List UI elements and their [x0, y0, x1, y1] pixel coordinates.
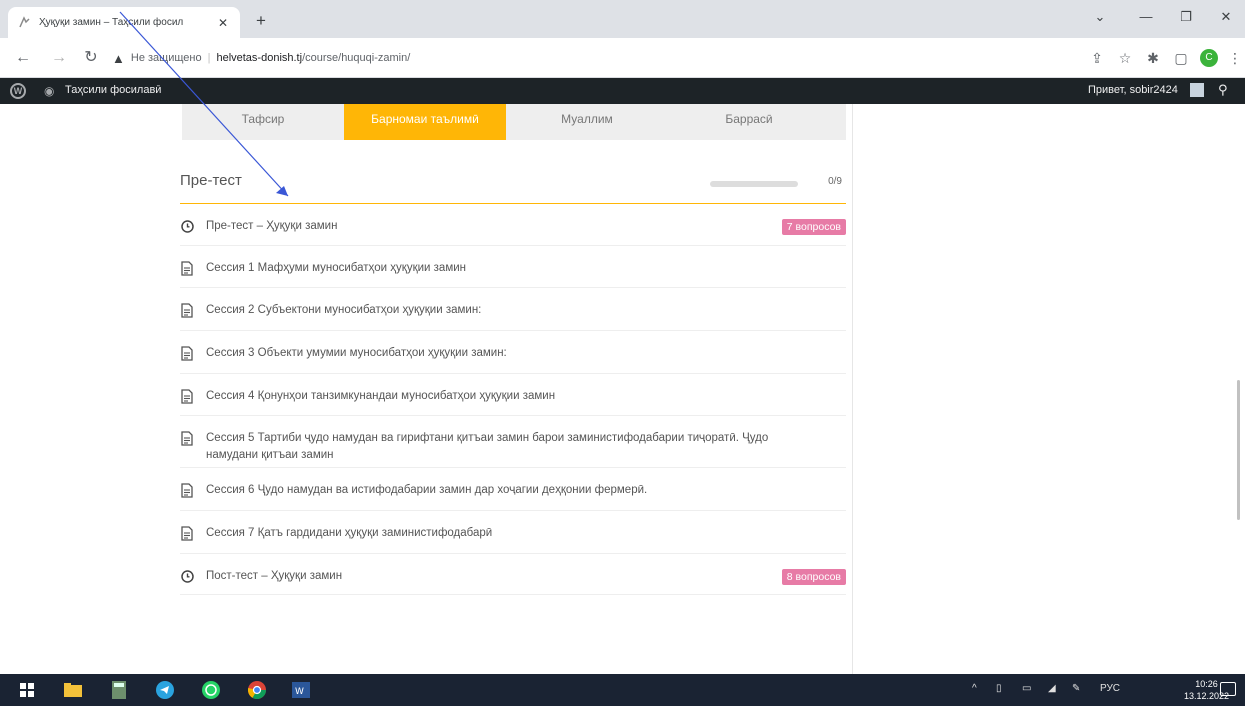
lesson-title: Пре-тест – Ҳуқуқи замин [206, 220, 338, 232]
windows-taskbar: W ^ ▯ ▭ ◢ ✎ РУС 10:26 13.12.2022 [0, 674, 1245, 706]
url-separator: | [207, 52, 211, 64]
tab-overview[interactable]: Тафсир [182, 104, 344, 140]
file-explorer-icon[interactable] [64, 681, 82, 699]
chrome-icon[interactable] [248, 681, 266, 699]
tab-curriculum[interactable]: Барномаи таълимӣ [344, 104, 506, 140]
more-menu-icon[interactable]: ⋮ [1226, 50, 1244, 66]
back-button[interactable]: ← [14, 49, 32, 67]
side-panel-icon[interactable]: ▢ [1172, 50, 1190, 66]
tray-pen-icon[interactable]: ✎ [1072, 683, 1080, 694]
lesson-title: Сессия 7 Қатъ гардидани ҳуқуқи заминисти… [206, 527, 493, 539]
document-icon [180, 302, 194, 318]
site-favicon-icon [18, 16, 31, 29]
page-content: Тафсир Барномаи таълимӣ Муаллим Баррасӣ … [0, 104, 1245, 674]
page-scrollbar[interactable] [1237, 380, 1240, 520]
lesson-item[interactable]: Сессия 1 Мафҳуми муносибатҳои ҳуқуқии за… [180, 246, 846, 288]
security-status: Не защищено [130, 52, 202, 64]
start-button-icon[interactable] [18, 681, 36, 699]
document-icon [180, 388, 194, 404]
url-path: /course/huquqi-zamin/ [302, 52, 411, 64]
restore-button[interactable]: ❐ [1176, 9, 1196, 25]
lesson-item[interactable]: Сессия 7 Қатъ гардидани ҳуқуқи заминисти… [180, 511, 846, 554]
tab-search-icon[interactable]: ⌄ [1090, 9, 1110, 25]
clock-icon [180, 218, 194, 234]
minimize-button[interactable]: — [1136, 9, 1156, 24]
tab-reviews[interactable]: Баррасӣ [668, 104, 830, 140]
tray-network-icon[interactable]: ▭ [1022, 683, 1031, 694]
admin-greeting[interactable]: Привет, sobir2424 [1088, 84, 1178, 96]
lesson-item[interactable]: Сессия 6 Ҷудо намудан ва истифодабарии з… [180, 468, 846, 511]
extensions-icon[interactable]: ✱ [1144, 50, 1162, 66]
language-indicator[interactable]: РУС [1100, 683, 1120, 694]
document-icon [180, 260, 194, 276]
reload-button[interactable]: ↻ [82, 49, 100, 67]
lesson-title: Сессия 5 Тартиби ҷудо намудан ва гирифта… [206, 432, 769, 461]
lesson-title: Сессия 1 Мафҳуми муносибатҳои ҳуқуқии за… [206, 262, 467, 274]
url-host: helvetas-donish.tj [216, 52, 303, 64]
section-progress-bar [710, 181, 798, 187]
question-count-badge: 7 вопросов [781, 219, 846, 235]
warning-icon: ▲ [112, 50, 125, 66]
profile-avatar[interactable]: C [1200, 49, 1218, 67]
lesson-title: Пост-тест – Ҳуқуқи замин [206, 570, 343, 582]
tray-wifi-icon[interactable]: ◢ [1048, 683, 1056, 694]
wp-admin-bar: W ◉ Таҳсили фосилавӣ Привет, sobir2424 ⚲ [0, 78, 1245, 104]
telegram-icon[interactable] [156, 681, 174, 699]
new-tab-button[interactable]: + [256, 12, 266, 29]
course-tabs: Тафсир Барномаи таълимӣ Муаллим Баррасӣ [182, 104, 846, 140]
lesson-item[interactable]: Сессия 3 Объекти умумии муносибатҳои ҳуқ… [180, 331, 846, 374]
lesson-item[interactable]: Сессия 4 Қонунҳои танзимкунандаи муносиб… [180, 374, 846, 416]
admin-search-icon[interactable]: ⚲ [1218, 82, 1228, 98]
document-icon [180, 430, 194, 446]
lesson-list: Пре-тест – Ҳуқуқи замин 7 вопросов Сессия … [180, 204, 846, 595]
section-header[interactable]: Пре-тест 0/9 [180, 164, 846, 204]
address-bar[interactable]: ▲ Не защищено | helvetas-donish.tj /cour… [112, 44, 1052, 72]
browser-tab[interactable]: Ҳуқуқи замин – Таҳсили фосил ✕ [8, 7, 240, 38]
tray-battery-icon[interactable]: ▯ [996, 683, 1002, 694]
browser-toolbar: ← → ↻ ▲ Не защищено | helvetas-donish.tj… [0, 38, 1245, 78]
close-window-button[interactable]: ✕ [1216, 9, 1236, 25]
tab-instructor[interactable]: Муаллим [506, 104, 668, 140]
lesson-title: Сессия 4 Қонунҳои танзимкунандаи муносиб… [206, 390, 556, 402]
word-icon[interactable]: W [292, 681, 310, 699]
section-progress-count: 0/9 [828, 176, 842, 187]
quiz-item[interactable]: Пре-тест – Ҳуқуқи замин 7 вопросов [180, 204, 846, 246]
browser-tab-title: Ҳуқуқи замин – Таҳсили фосил [39, 17, 184, 28]
user-avatar[interactable] [1190, 83, 1204, 97]
lesson-item[interactable]: Сессия 5 Тартиби ҷудо намудан ва гирифта… [180, 416, 846, 468]
lesson-title: Сессия 3 Объекти умумии муносибатҳои ҳуқ… [206, 347, 507, 359]
close-tab-icon[interactable]: ✕ [216, 16, 230, 30]
svg-text:W: W [295, 687, 304, 697]
share-icon[interactable]: ⇪ [1088, 50, 1106, 66]
calculator-icon[interactable] [110, 681, 128, 699]
section-title: Пре-тест [180, 172, 242, 189]
quiz-item[interactable]: Пост-тест – Ҳуқуқи замин 8 вопросов [180, 554, 846, 595]
whatsapp-icon[interactable] [202, 681, 220, 699]
lesson-title: Сессия 2 Субъектони муносибатҳои ҳуқуқии… [206, 304, 482, 316]
question-count-badge: 8 вопросов [781, 569, 846, 585]
document-icon [180, 525, 194, 541]
lesson-title: Сессия 6 Ҷудо намудан ва истифодабарии з… [206, 484, 648, 496]
bookmark-star-icon[interactable]: ☆ [1116, 50, 1134, 66]
admin-site-name[interactable]: Таҳсили фосилавӣ [65, 84, 161, 96]
browser-tab-strip: Ҳуқуқи замин – Таҳсили фосил ✕ + ⌄ — ❐ ✕ [0, 0, 1245, 38]
sidebar-divider [852, 104, 853, 674]
forward-button[interactable]: → [50, 49, 68, 67]
notification-icon[interactable] [1220, 682, 1236, 696]
tray-chevron-icon[interactable]: ^ [972, 683, 977, 694]
clock-icon [180, 568, 194, 584]
lesson-item[interactable]: Сессия 2 Субъектони муносибатҳои ҳуқуқии… [180, 288, 846, 331]
document-icon [180, 345, 194, 361]
dashboard-icon: ◉ [44, 84, 55, 98]
wordpress-logo-icon[interactable]: W [10, 83, 26, 99]
document-icon [180, 482, 194, 498]
